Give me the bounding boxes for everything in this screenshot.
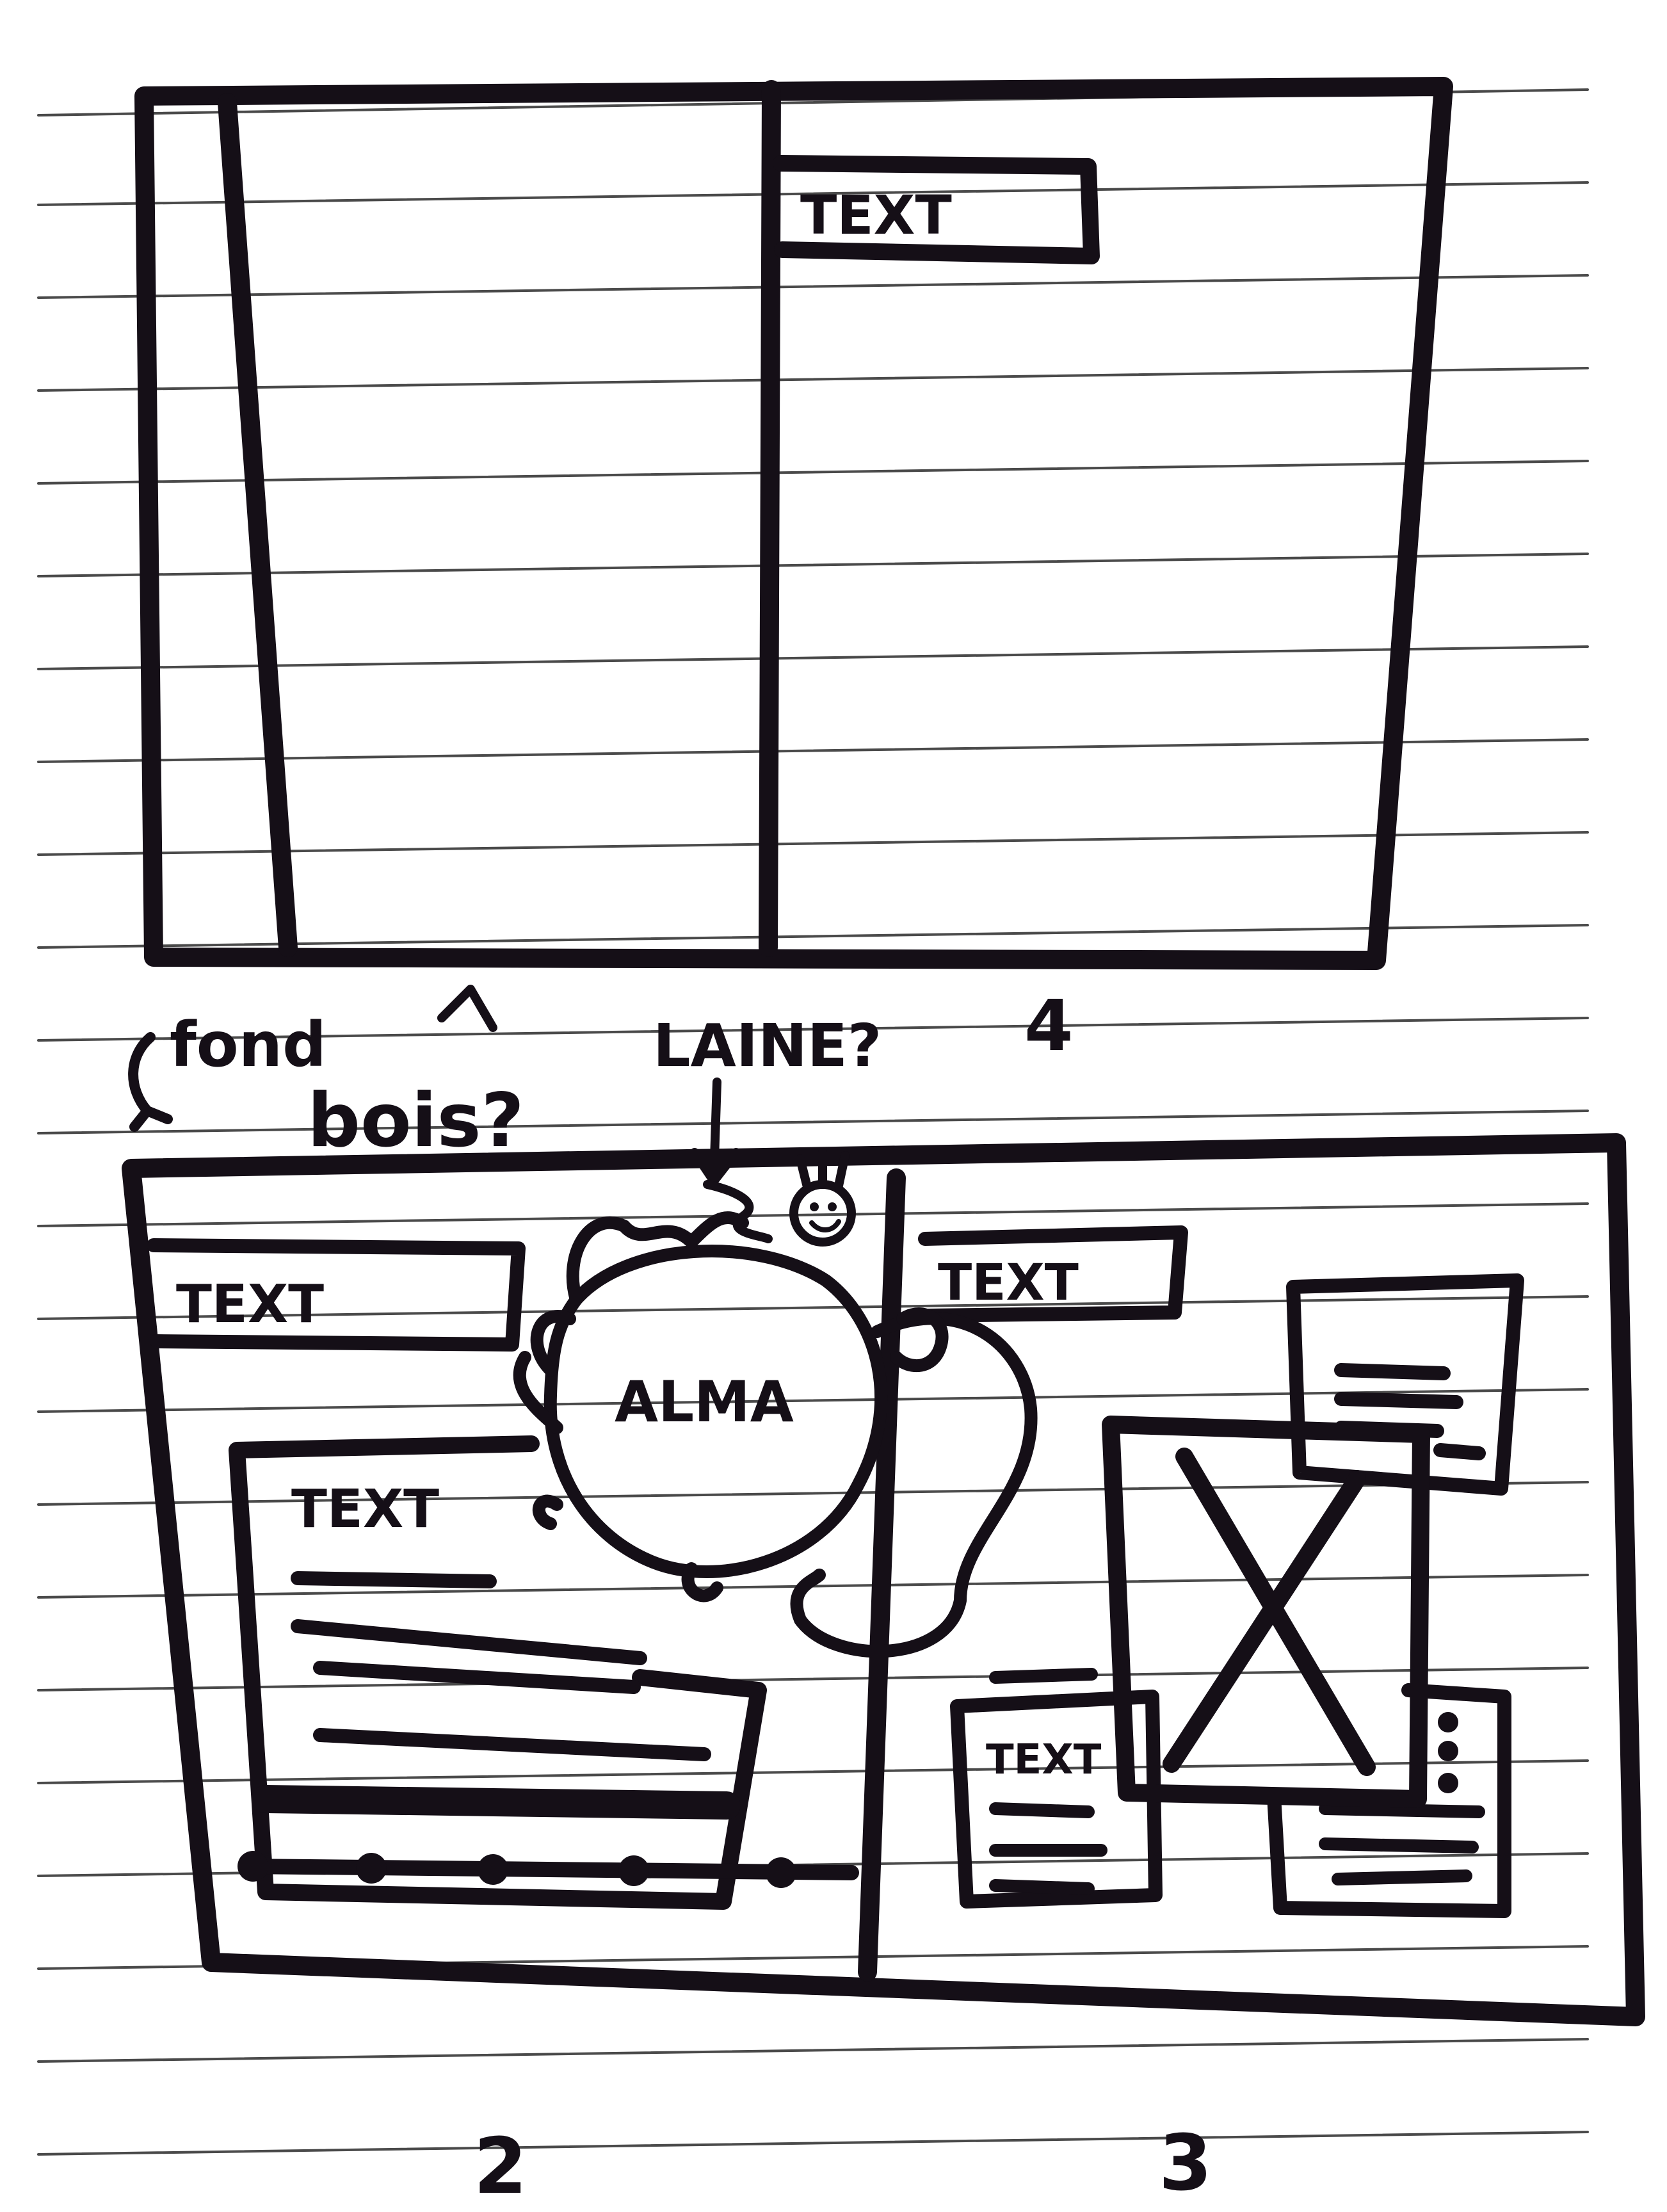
page-2-header-text: TEXT <box>176 1274 324 1335</box>
page-number-3: 3 <box>1159 2119 1212 2208</box>
sketch-canvas: TEXT fond bois? LAINE? 4 TEXT TEXT TEXT … <box>37 77 1645 2211</box>
page-3-back-card <box>1286 1273 1524 1496</box>
page-number-2: 2 <box>474 2122 527 2211</box>
image-placeholder-cross <box>1163 1448 1376 1776</box>
page-number-4: 4 <box>1024 985 1074 1067</box>
page-3-header-text: TEXT <box>938 1254 1079 1312</box>
page-2-card-band <box>252 1785 741 1820</box>
page-2-card-title: TEXT <box>291 1479 439 1540</box>
bottom-spread-center-fold <box>858 1168 906 1982</box>
top-spread <box>134 77 1453 970</box>
top-text-box: TEXT <box>773 155 1100 264</box>
fond-arrow <box>128 1032 173 1132</box>
bois-caret <box>437 985 497 1032</box>
top-text-label: TEXT <box>800 184 952 246</box>
page-2-timeline <box>238 1851 859 1888</box>
rider-squiggle <box>703 1180 773 1243</box>
top-spread-wood-strip <box>218 93 298 957</box>
page-3: TEXT TEXT <box>918 1225 1524 1918</box>
page-2-card-text-lines <box>291 1571 711 1761</box>
top-spread-frame <box>134 77 1453 970</box>
top-spread-center-fold <box>759 80 781 957</box>
laine-label: LAINE? <box>653 1012 882 1080</box>
page-3-small-card-text: TEXT <box>986 1736 1102 1784</box>
alma-label: ALMA <box>615 1369 794 1435</box>
fond-label: fond <box>170 1009 326 1081</box>
bois-label: bois? <box>307 1078 524 1164</box>
